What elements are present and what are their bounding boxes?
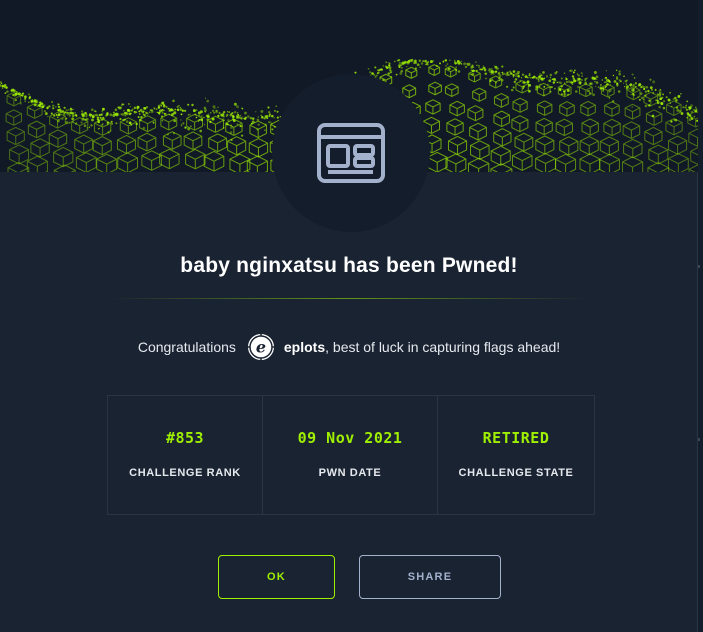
stat-value: 09 Nov 2021 — [297, 429, 403, 447]
stat-challenge-state: RETIRED CHALLENGE STATE — [438, 396, 594, 514]
modal-title: baby nginxatsu has been Pwned! — [180, 254, 518, 277]
congrats-suffix: , best of luck in capturing flags ahead! — [325, 339, 561, 355]
stat-label: CHALLENGE STATE — [458, 467, 574, 479]
scrollbar-marker — [698, 438, 700, 441]
congrats-message: Congratulations e eplots , best of luck … — [0, 332, 698, 362]
browser-window-icon — [317, 123, 385, 183]
stat-value: #853 — [165, 429, 205, 447]
share-button[interactable]: SHARE — [359, 555, 501, 599]
user-avatar-e-icon[interactable]: e — [246, 332, 276, 362]
stat-pwn-date: 09 Nov 2021 PWN DATE — [263, 396, 438, 514]
stat-label: CHALLENGE RANK — [129, 467, 241, 479]
scrollbar-marker — [698, 265, 700, 268]
stat-label: PWN DATE — [318, 467, 382, 479]
title-divider — [110, 298, 588, 299]
pwned-modal: baby nginxatsu has been Pwned! Congratul… — [0, 0, 698, 632]
challenge-icon-circle — [272, 74, 430, 232]
congrats-prefix: Congratulations — [137, 339, 236, 355]
username[interactable]: eplots — [284, 339, 325, 355]
svg-text:e: e — [256, 338, 266, 357]
stat-value: RETIRED — [482, 429, 550, 447]
stats-panel: #853 CHALLENGE RANK 09 Nov 2021 PWN DATE… — [107, 395, 595, 515]
ok-button[interactable]: OK — [218, 555, 335, 599]
stat-challenge-rank: #853 CHALLENGE RANK — [108, 396, 263, 514]
